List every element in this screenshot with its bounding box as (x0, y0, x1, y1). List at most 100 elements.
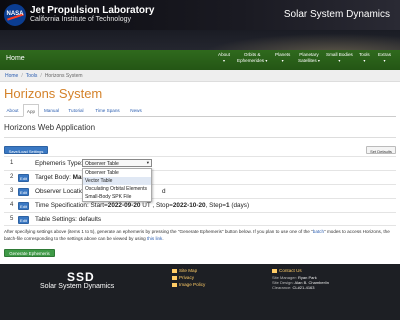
nav-item-label: Tools (359, 52, 370, 57)
row-value: d (162, 188, 166, 195)
page-title: Horizons System (4, 86, 103, 101)
stop-label: Stop= (155, 202, 173, 209)
footer-link-label: Privacy (179, 275, 195, 280)
mail-icon (272, 268, 277, 273)
nav-item-satellites[interactable]: Planetary Satellites ▾ (298, 52, 320, 63)
chevron-down-icon: ▾ (281, 57, 284, 63)
site-footer (0, 264, 400, 320)
row-label: Table Settings: defaults (35, 216, 101, 223)
row-number: 3 (10, 188, 14, 194)
edit-observer-button[interactable]: Edit (18, 188, 29, 196)
row-label: Ephemeris Type: (35, 160, 83, 167)
row-label: Observer Location: (35, 188, 89, 195)
row-label-text: Observer Location: (35, 188, 89, 195)
header-banner (0, 30, 400, 50)
chevron-down-icon: ▾ (146, 160, 149, 165)
breadcrumb: Home / Tools / Horizons System (0, 70, 400, 82)
info-text-1: After specifying settings above (items 1… (4, 229, 313, 234)
nav-item-label: Planets (275, 52, 291, 57)
save-load-settings-button[interactable]: Save/Load Settings (4, 146, 48, 154)
setting-row-time-span: 4 Edit Time Specification: Start=2022-09… (4, 198, 396, 212)
edit-time-button[interactable]: Edit (18, 202, 29, 210)
ephemeris-type-select[interactable]: Observer Table ▾ (82, 159, 152, 167)
generate-ephemeris-button[interactable]: Generate Ephemeris (4, 249, 55, 257)
app-heading: Horizons Web Application (4, 123, 96, 132)
footer-link-label: Image Policy (179, 282, 206, 287)
meta-value: CL#21-4163 (292, 285, 315, 290)
site-header: NASA Jet Propulsion Laboratory Californi… (0, 0, 400, 30)
breadcrumb-tools[interactable]: Tools (26, 73, 38, 79)
start-value: 2022-09-20 (107, 202, 141, 209)
row-value: defaults (78, 216, 102, 223)
nasa-logo-text: NASA (6, 11, 24, 17)
nav-item-label: Small Bodies (326, 52, 353, 57)
image-policy-icon (172, 282, 177, 287)
row-label-text: Table Settings: (35, 216, 77, 223)
row-label: Time Specification: Start=2022-09-20 UT … (35, 202, 250, 209)
step-value: 1 (226, 202, 230, 209)
nav-item-about[interactable]: About ▾ (218, 52, 230, 63)
set-defaults-button[interactable]: Set Defaults (366, 146, 396, 154)
info-text-3: . (162, 235, 164, 241)
step-unit: (days) (231, 202, 250, 209)
tab-time-spans[interactable]: Time Spans (90, 104, 125, 117)
nav-item-label-2: Satellites (298, 57, 317, 63)
footer-link-site-map[interactable]: Site Map (172, 268, 197, 273)
nav-home[interactable]: Home (6, 55, 25, 62)
meta-key: Clearance: (272, 285, 292, 290)
setting-row-observer-location: 3 Edit Observer Location: d (4, 184, 396, 198)
nav-item-planets[interactable]: Planets ▾ (275, 52, 290, 63)
dropdown-option[interactable]: Vector Table (83, 177, 151, 185)
org-name[interactable]: Jet Propulsion Laboratory (30, 5, 154, 16)
nav-item-small-bodies[interactable]: Small Bodies ▾ (326, 52, 353, 63)
tab-news[interactable]: News (127, 104, 145, 117)
tab-about[interactable]: About (4, 104, 21, 117)
edit-table-button[interactable]: Edit (18, 216, 29, 224)
ephemeris-type-dropdown: Observer Table Vector Table Osculating O… (82, 168, 152, 202)
tab-manual[interactable]: Manual (41, 104, 62, 117)
divider (4, 137, 396, 138)
nav-item-orbits[interactable]: Orbits & Ephemerides ▾ (237, 52, 267, 63)
footer-link-privacy[interactable]: Privacy (172, 275, 194, 280)
instructions-text: After specifying settings above (items 1… (4, 229, 396, 242)
footer-link-contact[interactable]: Contact Us (272, 268, 302, 273)
row-number: 5 (10, 216, 14, 222)
tab-bar: About App Manual Tutorial Time Spans New… (4, 104, 396, 117)
row-label: Target Body: Mar (35, 174, 84, 181)
footer-meta-clearance: Clearance: CL#21-4163 (272, 285, 315, 290)
step-label: Step= (209, 202, 227, 209)
row-number: 4 (10, 202, 14, 208)
chevron-down-icon: ▾ (265, 57, 268, 63)
chevron-down-icon: ▾ (223, 57, 226, 63)
dropdown-option[interactable]: Small-Body SPK File (83, 193, 151, 201)
tab-tutorial[interactable]: Tutorial (64, 104, 88, 117)
setting-row-target-body: 2 Edit Target Body: Mar (4, 170, 396, 184)
nasa-logo[interactable]: NASA (4, 4, 26, 26)
nav-item-label: About (218, 52, 231, 57)
ssd-logo[interactable]: SSD (67, 270, 95, 284)
time-unit: UT (142, 202, 151, 209)
site-title[interactable]: Solar System Dynamics (284, 9, 390, 20)
nav-item-label: Orbits & (243, 52, 261, 57)
org-subtitle: California Institute of Technology (30, 16, 132, 23)
nav-item-label: Planetary (299, 52, 319, 57)
nav-item-tools[interactable]: Tools ▾ (359, 52, 370, 63)
dropdown-option[interactable]: Osculating Orbital Elements (83, 185, 151, 193)
footer-link-label: Contact Us (279, 268, 302, 273)
row-number: 2 (10, 174, 14, 180)
select-value: Observer Table (85, 160, 119, 167)
nav-item-label: Extras (378, 52, 392, 57)
nav-item-extras[interactable]: Extras ▾ (378, 52, 391, 63)
dropdown-option[interactable]: Observer Table (83, 169, 151, 177)
start-label: Start= (90, 202, 108, 209)
batch-link[interactable]: batch (313, 229, 324, 234)
edit-target-button[interactable]: Edit (18, 174, 29, 182)
stop-value: 2022-10-20 (172, 202, 206, 209)
breadcrumb-current: Horizons System (44, 73, 83, 79)
batch-file-link[interactable]: this link (147, 236, 162, 241)
tab-app[interactable]: App (23, 104, 39, 117)
footer-site-name: Solar System Dynamics (40, 283, 115, 290)
footer-link-image-policy[interactable]: Image Policy (172, 282, 205, 287)
row-label-text: Time Specification: (35, 202, 89, 209)
breadcrumb-home[interactable]: Home (5, 73, 18, 79)
